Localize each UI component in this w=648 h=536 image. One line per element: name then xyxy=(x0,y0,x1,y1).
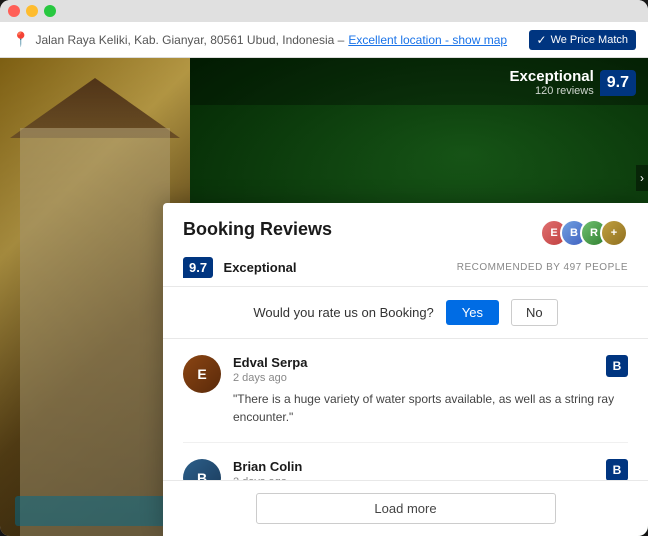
review-panel-header: Booking Reviews E B R + 9.7 Exceptional … xyxy=(163,203,648,287)
rating-question: Would you rate us on Booking? xyxy=(253,305,433,320)
location-icon: 📍 xyxy=(12,31,29,48)
booking-logo-1: B xyxy=(606,355,628,377)
rating-box: Exceptional 120 reviews 9.7 xyxy=(510,68,636,97)
rating-overlay: Exceptional 120 reviews 9.7 xyxy=(190,58,648,105)
photo-main xyxy=(0,58,190,536)
villa-roof-decoration xyxy=(10,78,180,138)
price-match-badge: ✓ We Price Match xyxy=(529,30,637,50)
rating-count: 120 reviews xyxy=(510,85,594,97)
rating-score: 9.7 xyxy=(600,70,636,96)
scroll-arrow[interactable]: › xyxy=(636,165,648,191)
minimize-button[interactable] xyxy=(26,5,38,17)
main-content: Exceptional 120 reviews 9.7 › Love the a… xyxy=(0,58,648,536)
review-item: B Brian Colin 2 days ago "Food is includ… xyxy=(183,443,628,480)
load-more-bar: Load more xyxy=(163,480,648,536)
score-section: 9.7 Exceptional xyxy=(183,257,297,278)
villa-body-decoration xyxy=(20,128,170,536)
score-label: Exceptional xyxy=(224,260,297,275)
load-more-button[interactable]: Load more xyxy=(256,493,556,524)
avatar-4: + xyxy=(600,219,628,247)
review-item: E Edval Serpa 2 days ago "There is a hug… xyxy=(183,339,628,443)
close-button[interactable] xyxy=(8,5,20,17)
reviewer-name-2: Brian Colin xyxy=(233,459,628,474)
checkmark-icon: ✓ xyxy=(537,33,547,47)
no-button[interactable]: No xyxy=(511,299,558,326)
yes-button[interactable]: Yes xyxy=(446,300,499,325)
review-panel-title: Booking Reviews xyxy=(183,219,332,240)
rating-row: Exceptional 120 reviews 9.7 xyxy=(510,68,636,97)
rating-prompt: Would you rate us on Booking? Yes No xyxy=(163,287,648,339)
reviewer-avatars: E B R + xyxy=(540,219,628,247)
titlebar xyxy=(0,0,648,22)
reviewer-photo-2: B xyxy=(183,459,221,480)
review-time-1: 2 days ago xyxy=(233,372,628,384)
review-content-2: Brian Colin 2 days ago "Food is included… xyxy=(233,459,628,480)
maximize-button[interactable] xyxy=(44,5,56,17)
reviewer-name-1: Edval Serpa xyxy=(233,355,628,370)
review-content-1: Edval Serpa 2 days ago "There is a huge … xyxy=(233,355,628,426)
reviewer-photo-1: E xyxy=(183,355,221,393)
addressbar: 📍 Jalan Raya Keliki, Kab. Gianyar, 80561… xyxy=(0,22,648,58)
reviews-list: E Edval Serpa 2 days ago "There is a hug… xyxy=(163,339,648,480)
review-time-2: 2 days ago xyxy=(233,476,628,480)
location-link[interactable]: Excellent location - show map xyxy=(348,33,507,47)
review-score-row: 9.7 Exceptional RECOMMENDED BY 497 PEOPL… xyxy=(183,257,628,278)
review-panel: Booking Reviews E B R + 9.7 Exceptional … xyxy=(163,203,648,536)
rating-label: Exceptional xyxy=(510,68,594,85)
review-header-top: Booking Reviews E B R + xyxy=(183,219,628,247)
booking-logo-2: B xyxy=(606,459,628,480)
villa-pool-decoration xyxy=(15,496,175,526)
score-badge: 9.7 xyxy=(183,257,213,278)
app-window: 📍 Jalan Raya Keliki, Kab. Gianyar, 80561… xyxy=(0,0,648,536)
recommended-text: RECOMMENDED BY 497 PEOPLE xyxy=(457,262,628,273)
address-text: Jalan Raya Keliki, Kab. Gianyar, 80561 U… xyxy=(35,33,344,47)
review-text-1: "There is a huge variety of water sports… xyxy=(233,390,628,426)
